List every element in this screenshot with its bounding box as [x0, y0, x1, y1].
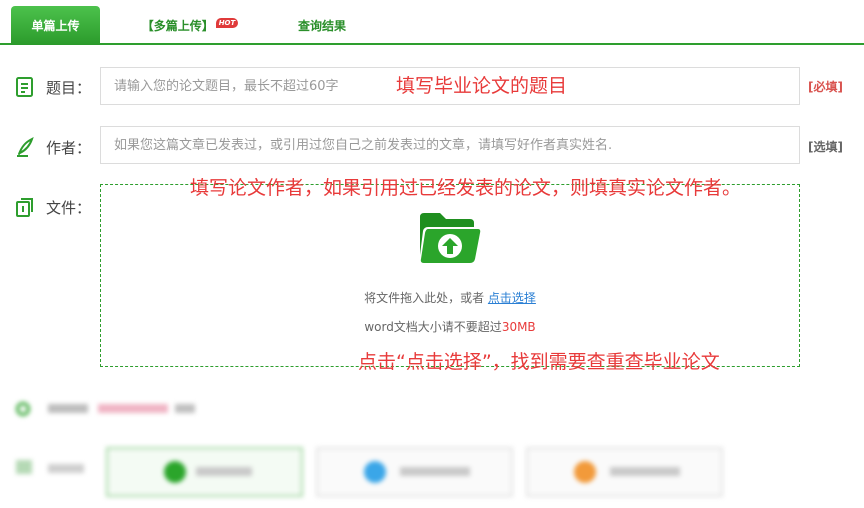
drop-hint: 将文件拖入此处，或者 点击选择: [0, 289, 864, 306]
pen-icon: [17, 137, 34, 157]
blurred-text: [175, 404, 195, 413]
tab-single-upload-label: 单篇上传: [31, 19, 80, 33]
file-annotation: 点击“点击选择”，找到需要查重查毕业论文: [358, 351, 720, 373]
blurred-icon: [16, 460, 32, 474]
author-annotation: 填写论文作者，如果引用过已经发表的论文，则填真实论文作者。: [190, 177, 742, 199]
title-annotation: 填写毕业论文的题目: [396, 75, 568, 97]
drop-hint-text: 将文件拖入此处，或者: [364, 291, 485, 305]
title-label: 题目：: [46, 79, 92, 97]
file-label: 文件：: [46, 199, 92, 217]
tab-single-upload[interactable]: 单篇上传: [11, 6, 100, 45]
tab-multi-upload-label: 【多篇上传】: [141, 19, 214, 33]
blurred-text: [48, 404, 88, 413]
size-hint-text: word文档大小请不要超过: [364, 320, 502, 334]
blurred-text: [48, 464, 84, 473]
tab-query-result[interactable]: 查询结果: [282, 6, 362, 45]
tab-query-result-label: 查询结果: [297, 19, 346, 33]
optional-tag: [选填]: [808, 140, 843, 154]
blurred-region: [0, 392, 864, 508]
document-icon: [16, 77, 33, 97]
hot-badge: HOT: [215, 17, 239, 28]
folder-upload-icon: [420, 213, 481, 263]
size-limit: 30MB: [501, 320, 536, 334]
author-input[interactable]: [100, 126, 800, 164]
tab-multi-upload[interactable]: 【多篇上传】 HOT: [140, 6, 240, 45]
required-tag: [必填]: [808, 80, 843, 94]
author-label: 作者：: [46, 139, 92, 157]
file-copy-icon: [16, 198, 33, 217]
blurred-icon: [16, 402, 30, 416]
size-hint: word文档大小请不要超过30MB: [0, 318, 864, 335]
blurred-text: [98, 404, 168, 413]
select-file-link[interactable]: 点击选择: [488, 291, 536, 305]
tab-bar: 单篇上传 【多篇上传】 HOT 查询结果: [0, 0, 864, 45]
